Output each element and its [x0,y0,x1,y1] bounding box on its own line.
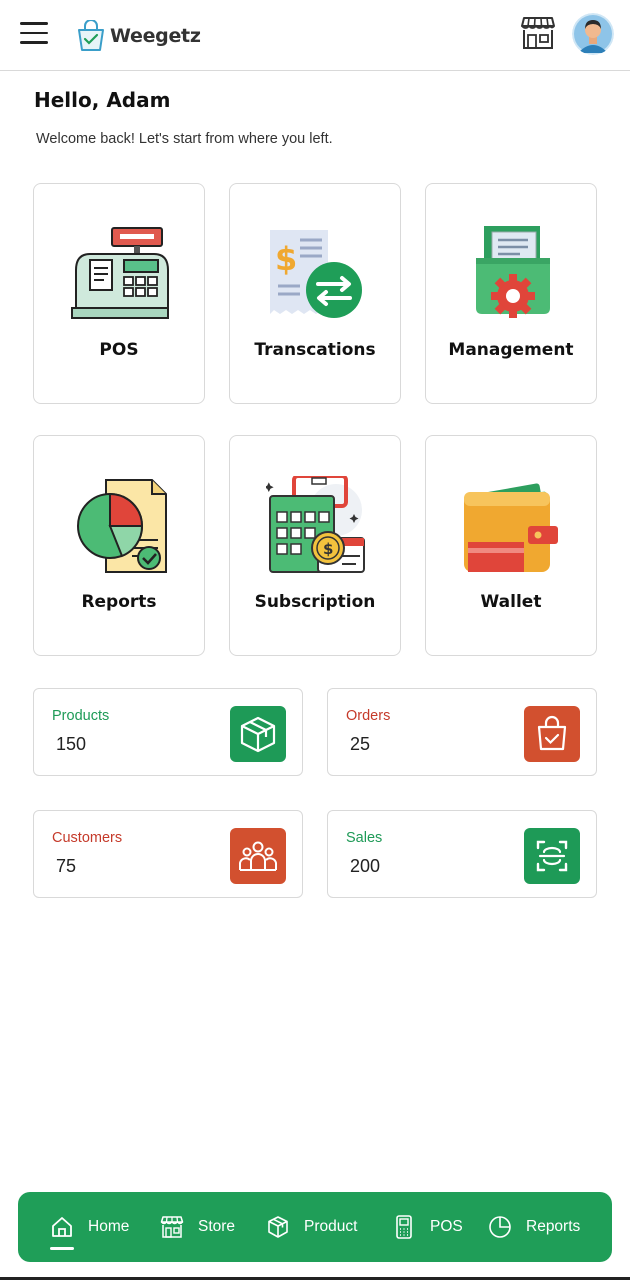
nav-label: Home [88,1218,130,1235]
tile-label: Management [448,340,574,360]
pie-chart-icon [489,1216,511,1238]
management-folder-icon [476,226,550,318]
stat-label: Orders [346,708,391,724]
tile-label: Subscription [254,592,376,612]
subscription-calendar-icon: $ [266,476,365,573]
nav-item-pos[interactable]: POS [392,1192,463,1262]
stat-value: 150 [56,734,87,754]
cube-icon [268,1216,288,1238]
brand-logo[interactable]: Weegetz [76,20,201,52]
greeting-title: Hello, Adam [34,88,171,112]
wallet-icon [464,483,558,572]
transactions-icon: $ [270,230,362,318]
hamburger-menu-icon[interactable] [20,22,48,46]
scan-icon [524,828,580,884]
nav-label: POS [430,1218,463,1235]
user-avatar[interactable] [572,13,614,55]
cash-register-icon [71,227,169,319]
tile-label: POS [99,340,139,360]
stat-card-orders[interactable]: Orders 25 [327,688,597,776]
nav-label: Reports [526,1218,581,1235]
tile-transactions[interactable]: $ Transcations [229,183,401,404]
stat-card-customers[interactable]: Customers 75 [33,810,303,898]
greeting-subtitle: Welcome back! Let's start from where you… [36,131,333,147]
store-icon [160,1216,184,1238]
stat-label: Products [52,708,110,724]
users-icon [230,828,286,884]
app-header: Weegetz [0,0,630,71]
tile-subscription[interactable]: $ Subscription [229,435,401,656]
store-icon[interactable] [520,16,556,50]
nav-item-store[interactable]: Store [160,1192,235,1262]
nav-label: Product [304,1218,358,1235]
tile-pos[interactable]: POS [33,183,205,404]
nav-item-product[interactable]: Product [266,1192,357,1262]
nav-item-home[interactable]: Home [50,1192,129,1262]
stat-value: 25 [350,734,371,754]
pos-terminal-icon [396,1215,412,1239]
nav-item-reports[interactable]: Reports [488,1192,580,1262]
brand-name: Weegetz [110,25,201,47]
bottom-navigation: Home Store Product POS Reports [18,1192,612,1262]
shopping-bag-icon [524,706,580,762]
tile-label: Wallet [480,592,542,612]
nav-active-indicator [50,1247,74,1250]
svg-text:$: $ [275,240,297,278]
stat-value: 75 [56,856,77,876]
tile-reports[interactable]: Reports [33,435,205,656]
nav-label: Store [198,1218,236,1235]
shopping-bag-logo-icon [78,20,104,51]
stat-card-products[interactable]: Products 150 [33,688,303,776]
tile-label: Transcations [254,340,376,360]
box-icon [230,706,286,762]
stat-label: Customers [52,830,123,846]
tile-management[interactable]: Management [425,183,597,404]
home-icon [52,1217,72,1237]
stat-value: 200 [350,856,381,876]
tile-wallet[interactable]: Wallet [425,435,597,656]
reports-chart-icon [77,479,167,573]
stat-card-sales[interactable]: Sales 200 [327,810,597,898]
svg-text:$: $ [323,540,333,558]
tile-label: Reports [81,592,157,612]
stat-label: Sales [346,830,383,846]
